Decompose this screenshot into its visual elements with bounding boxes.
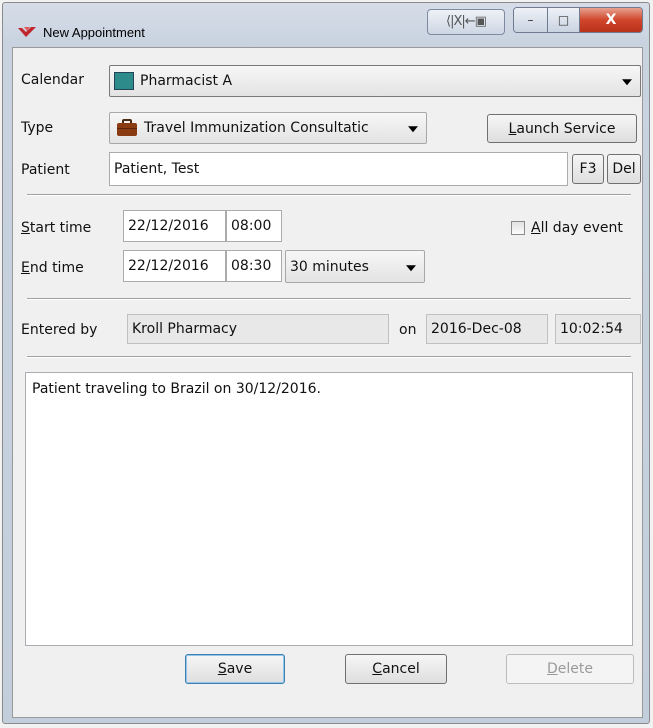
- entered-by-label: Entered by: [21, 322, 98, 338]
- end-time-field[interactable]: 08:30: [226, 250, 282, 282]
- save-button[interactable]: Save: [185, 654, 285, 684]
- type-value: Travel Immunization Consultatic: [144, 120, 369, 136]
- start-time-label: Start time: [21, 220, 92, 236]
- cancel-button[interactable]: Cancel: [345, 654, 447, 684]
- on-label: on: [399, 322, 417, 338]
- type-label: Type: [21, 120, 54, 136]
- duration-value: 30 minutes: [290, 258, 369, 275]
- chevron-down-icon: [408, 126, 418, 133]
- calendar-dropdown[interactable]: Pharmacist A: [109, 65, 641, 97]
- suitcase-icon: [117, 119, 137, 136]
- duration-dropdown[interactable]: 30 minutes: [285, 250, 425, 283]
- title-bar[interactable]: New Appointment ⟨|X|←▣ – □ X: [3, 3, 649, 47]
- patient-label: Patient: [21, 162, 70, 178]
- snap-control-button[interactable]: ⟨|X|←▣: [427, 9, 505, 35]
- divider: [27, 298, 631, 300]
- app-logo-icon: [18, 27, 36, 37]
- patient-lookup-button[interactable]: F3: [572, 154, 604, 184]
- end-date-field[interactable]: 22/12/2016: [123, 250, 226, 282]
- calendar-color-swatch: [114, 72, 134, 90]
- minimize-button[interactable]: –: [514, 8, 548, 32]
- calendar-label: Calendar: [21, 72, 84, 88]
- end-time-label: End time: [21, 260, 84, 276]
- calendar-value: Pharmacist A: [140, 73, 233, 89]
- maximize-button[interactable]: □: [548, 8, 580, 32]
- type-dropdown[interactable]: Travel Immunization Consultatic: [109, 112, 427, 144]
- chevron-down-icon: [406, 264, 416, 271]
- chevron-down-icon: [622, 79, 632, 86]
- entered-date-field: 2016-Dec-08: [426, 314, 548, 344]
- entered-time-field: 10:02:54: [555, 314, 641, 344]
- window-controls: – □ X: [513, 7, 643, 33]
- all-day-label[interactable]: All day event: [531, 220, 623, 236]
- start-date-field[interactable]: 22/12/2016: [123, 210, 226, 242]
- delete-button[interactable]: Delete: [506, 654, 634, 684]
- notes-textarea[interactable]: Patient traveling to Brazil on 30/12/201…: [25, 372, 633, 646]
- patient-clear-button[interactable]: Del: [607, 154, 641, 184]
- close-button[interactable]: X: [580, 8, 642, 32]
- appointment-window: New Appointment ⟨|X|←▣ – □ X Calendar Ph…: [2, 2, 650, 724]
- divider: [27, 356, 631, 358]
- window-title: New Appointment: [43, 25, 145, 40]
- launch-service-button[interactable]: Launch Service: [487, 114, 637, 143]
- all-day-checkbox[interactable]: [511, 221, 525, 235]
- dialog-body: Calendar Pharmacist A Type Travel Immuni…: [12, 47, 643, 718]
- entered-by-field: Kroll Pharmacy: [127, 314, 389, 344]
- patient-field[interactable]: Patient, Test: [109, 152, 568, 186]
- divider: [27, 194, 631, 196]
- start-time-field[interactable]: 08:00: [226, 210, 282, 242]
